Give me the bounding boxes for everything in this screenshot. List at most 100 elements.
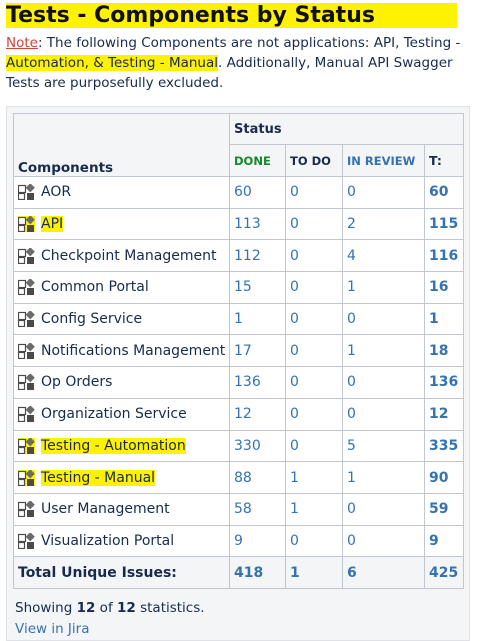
total-column-header[interactable]: T: — [424, 144, 464, 177]
done-count[interactable]: 330 — [229, 429, 286, 463]
component-cell[interactable]: API — [13, 207, 230, 241]
in-review-count[interactable]: 1 — [342, 271, 425, 304]
component-cell[interactable]: Testing - Automation — [13, 429, 230, 463]
table-row: Testing - Manual 88 1 1 90 — [13, 461, 464, 494]
todo-count[interactable]: 0 — [285, 524, 343, 558]
component-cell[interactable]: Checkpoint Management — [13, 239, 230, 273]
total-count[interactable]: 9 — [424, 524, 464, 558]
table-row: API 113 0 2 115 — [13, 207, 464, 241]
done-count[interactable]: 136 — [229, 366, 286, 399]
todo-count[interactable]: 0 — [285, 207, 343, 241]
table-row: Testing - Automation 330 0 5 335 — [13, 429, 464, 463]
component-cell[interactable]: Visualization Portal — [13, 524, 230, 558]
in-review-count[interactable]: 0 — [342, 492, 425, 526]
in-review-count[interactable]: 0 — [342, 366, 425, 399]
component-cell[interactable]: Organization Service — [13, 397, 230, 431]
done-count[interactable]: 112 — [229, 239, 286, 273]
done-count[interactable]: 58 — [229, 492, 286, 526]
todo-count[interactable]: 0 — [285, 366, 343, 399]
stats-panel: Components Status DONE TO DO IN REVIEW T… — [6, 106, 470, 641]
total-count[interactable]: 116 — [424, 239, 464, 273]
component-cell[interactable]: AOR — [13, 176, 230, 209]
in-review-count[interactable]: 0 — [342, 302, 425, 336]
totals-total[interactable]: 425 — [424, 556, 464, 590]
total-count[interactable]: 115 — [424, 207, 464, 241]
component-icon — [17, 405, 35, 423]
total-count[interactable]: 12 — [424, 397, 464, 431]
total-count[interactable]: 1 — [424, 302, 464, 336]
component-cell[interactable]: Testing - Manual — [13, 461, 230, 494]
totals-in-review[interactable]: 6 — [342, 556, 425, 590]
done-count[interactable]: 1 — [229, 302, 286, 336]
totals-done[interactable]: 418 — [229, 556, 286, 590]
done-count[interactable]: 9 — [229, 524, 286, 558]
table-row: User Management 58 1 0 59 — [13, 492, 464, 526]
component-name: Visualization Portal — [41, 532, 175, 549]
todo-column-header[interactable]: TO DO — [285, 144, 343, 177]
total-count[interactable]: 60 — [424, 176, 464, 209]
component-name: API — [41, 216, 64, 233]
note-paragraph: Note: The following Components are not a… — [6, 33, 476, 93]
total-count[interactable]: 90 — [424, 461, 464, 494]
component-icon — [17, 183, 35, 201]
showing-statistics-text: Showing 12 of 12 statistics. — [15, 600, 205, 616]
table-row: Organization Service 12 0 0 12 — [13, 397, 464, 431]
in-review-count[interactable]: 0 — [342, 524, 425, 558]
stats-table: Components Status DONE TO DO IN REVIEW T… — [13, 113, 464, 590]
todo-count[interactable]: 0 — [285, 271, 343, 304]
in-review-count[interactable]: 5 — [342, 429, 425, 463]
in-review-count[interactable]: 1 — [342, 461, 425, 494]
table-row: Notifications Management 17 0 1 18 — [13, 334, 464, 368]
total-count[interactable]: 335 — [424, 429, 464, 463]
component-cell[interactable]: User Management — [13, 492, 230, 526]
done-count[interactable]: 60 — [229, 176, 286, 209]
component-name: Organization Service — [41, 406, 187, 423]
component-name: Common Portal — [41, 279, 149, 296]
done-column-header[interactable]: DONE — [229, 144, 286, 177]
todo-count[interactable]: 1 — [285, 492, 343, 526]
done-count[interactable]: 12 — [229, 397, 286, 431]
note-text-highlighted: Automation, & Testing - Manual — [6, 55, 218, 71]
total-count[interactable]: 18 — [424, 334, 464, 368]
view-in-jira-link[interactable]: View in Jira — [15, 621, 89, 637]
done-count[interactable]: 88 — [229, 461, 286, 494]
table-row: Common Portal 15 0 1 16 — [13, 271, 464, 304]
todo-count[interactable]: 0 — [285, 397, 343, 431]
todo-count[interactable]: 0 — [285, 429, 343, 463]
component-cell[interactable]: Notifications Management — [13, 334, 230, 368]
done-count[interactable]: 17 — [229, 334, 286, 368]
done-count[interactable]: 15 — [229, 271, 286, 304]
todo-count[interactable]: 1 — [285, 461, 343, 494]
todo-count[interactable]: 0 — [285, 334, 343, 368]
showing-mid: of — [95, 600, 117, 616]
total-count[interactable]: 136 — [424, 366, 464, 399]
done-count[interactable]: 113 — [229, 207, 286, 241]
total-count[interactable]: 16 — [424, 271, 464, 304]
in-review-column-header[interactable]: IN REVIEW — [342, 144, 425, 177]
in-review-count[interactable]: 1 — [342, 334, 425, 368]
component-cell[interactable]: Op Orders — [13, 366, 230, 399]
component-icon — [17, 215, 35, 233]
totals-todo[interactable]: 1 — [285, 556, 343, 590]
todo-count[interactable]: 0 — [285, 239, 343, 273]
component-cell[interactable]: Common Portal — [13, 271, 230, 304]
component-name: Testing - Automation — [41, 437, 186, 454]
in-review-count[interactable]: 0 — [342, 397, 425, 431]
page-title: Tests - Components by Status — [6, 2, 476, 30]
todo-count[interactable]: 0 — [285, 176, 343, 209]
component-cell[interactable]: Config Service — [13, 302, 230, 336]
component-icon — [17, 373, 35, 391]
component-icon — [17, 500, 35, 518]
in-review-count[interactable]: 2 — [342, 207, 425, 241]
table-row: Config Service 1 0 0 1 — [13, 302, 464, 336]
table-row: Op Orders 136 0 0 136 — [13, 366, 464, 399]
todo-count[interactable]: 0 — [285, 302, 343, 336]
total-count[interactable]: 59 — [424, 492, 464, 526]
components-header[interactable]: Components — [13, 113, 230, 177]
in-review-count[interactable]: 4 — [342, 239, 425, 273]
table-row: Visualization Portal 9 0 0 9 — [13, 524, 464, 558]
in-review-count[interactable]: 0 — [342, 176, 425, 209]
table-header-row: Components Status — [13, 113, 464, 177]
note-label: Note — [6, 35, 38, 51]
note-text-pre: : The following Components are not appli… — [37, 35, 461, 51]
